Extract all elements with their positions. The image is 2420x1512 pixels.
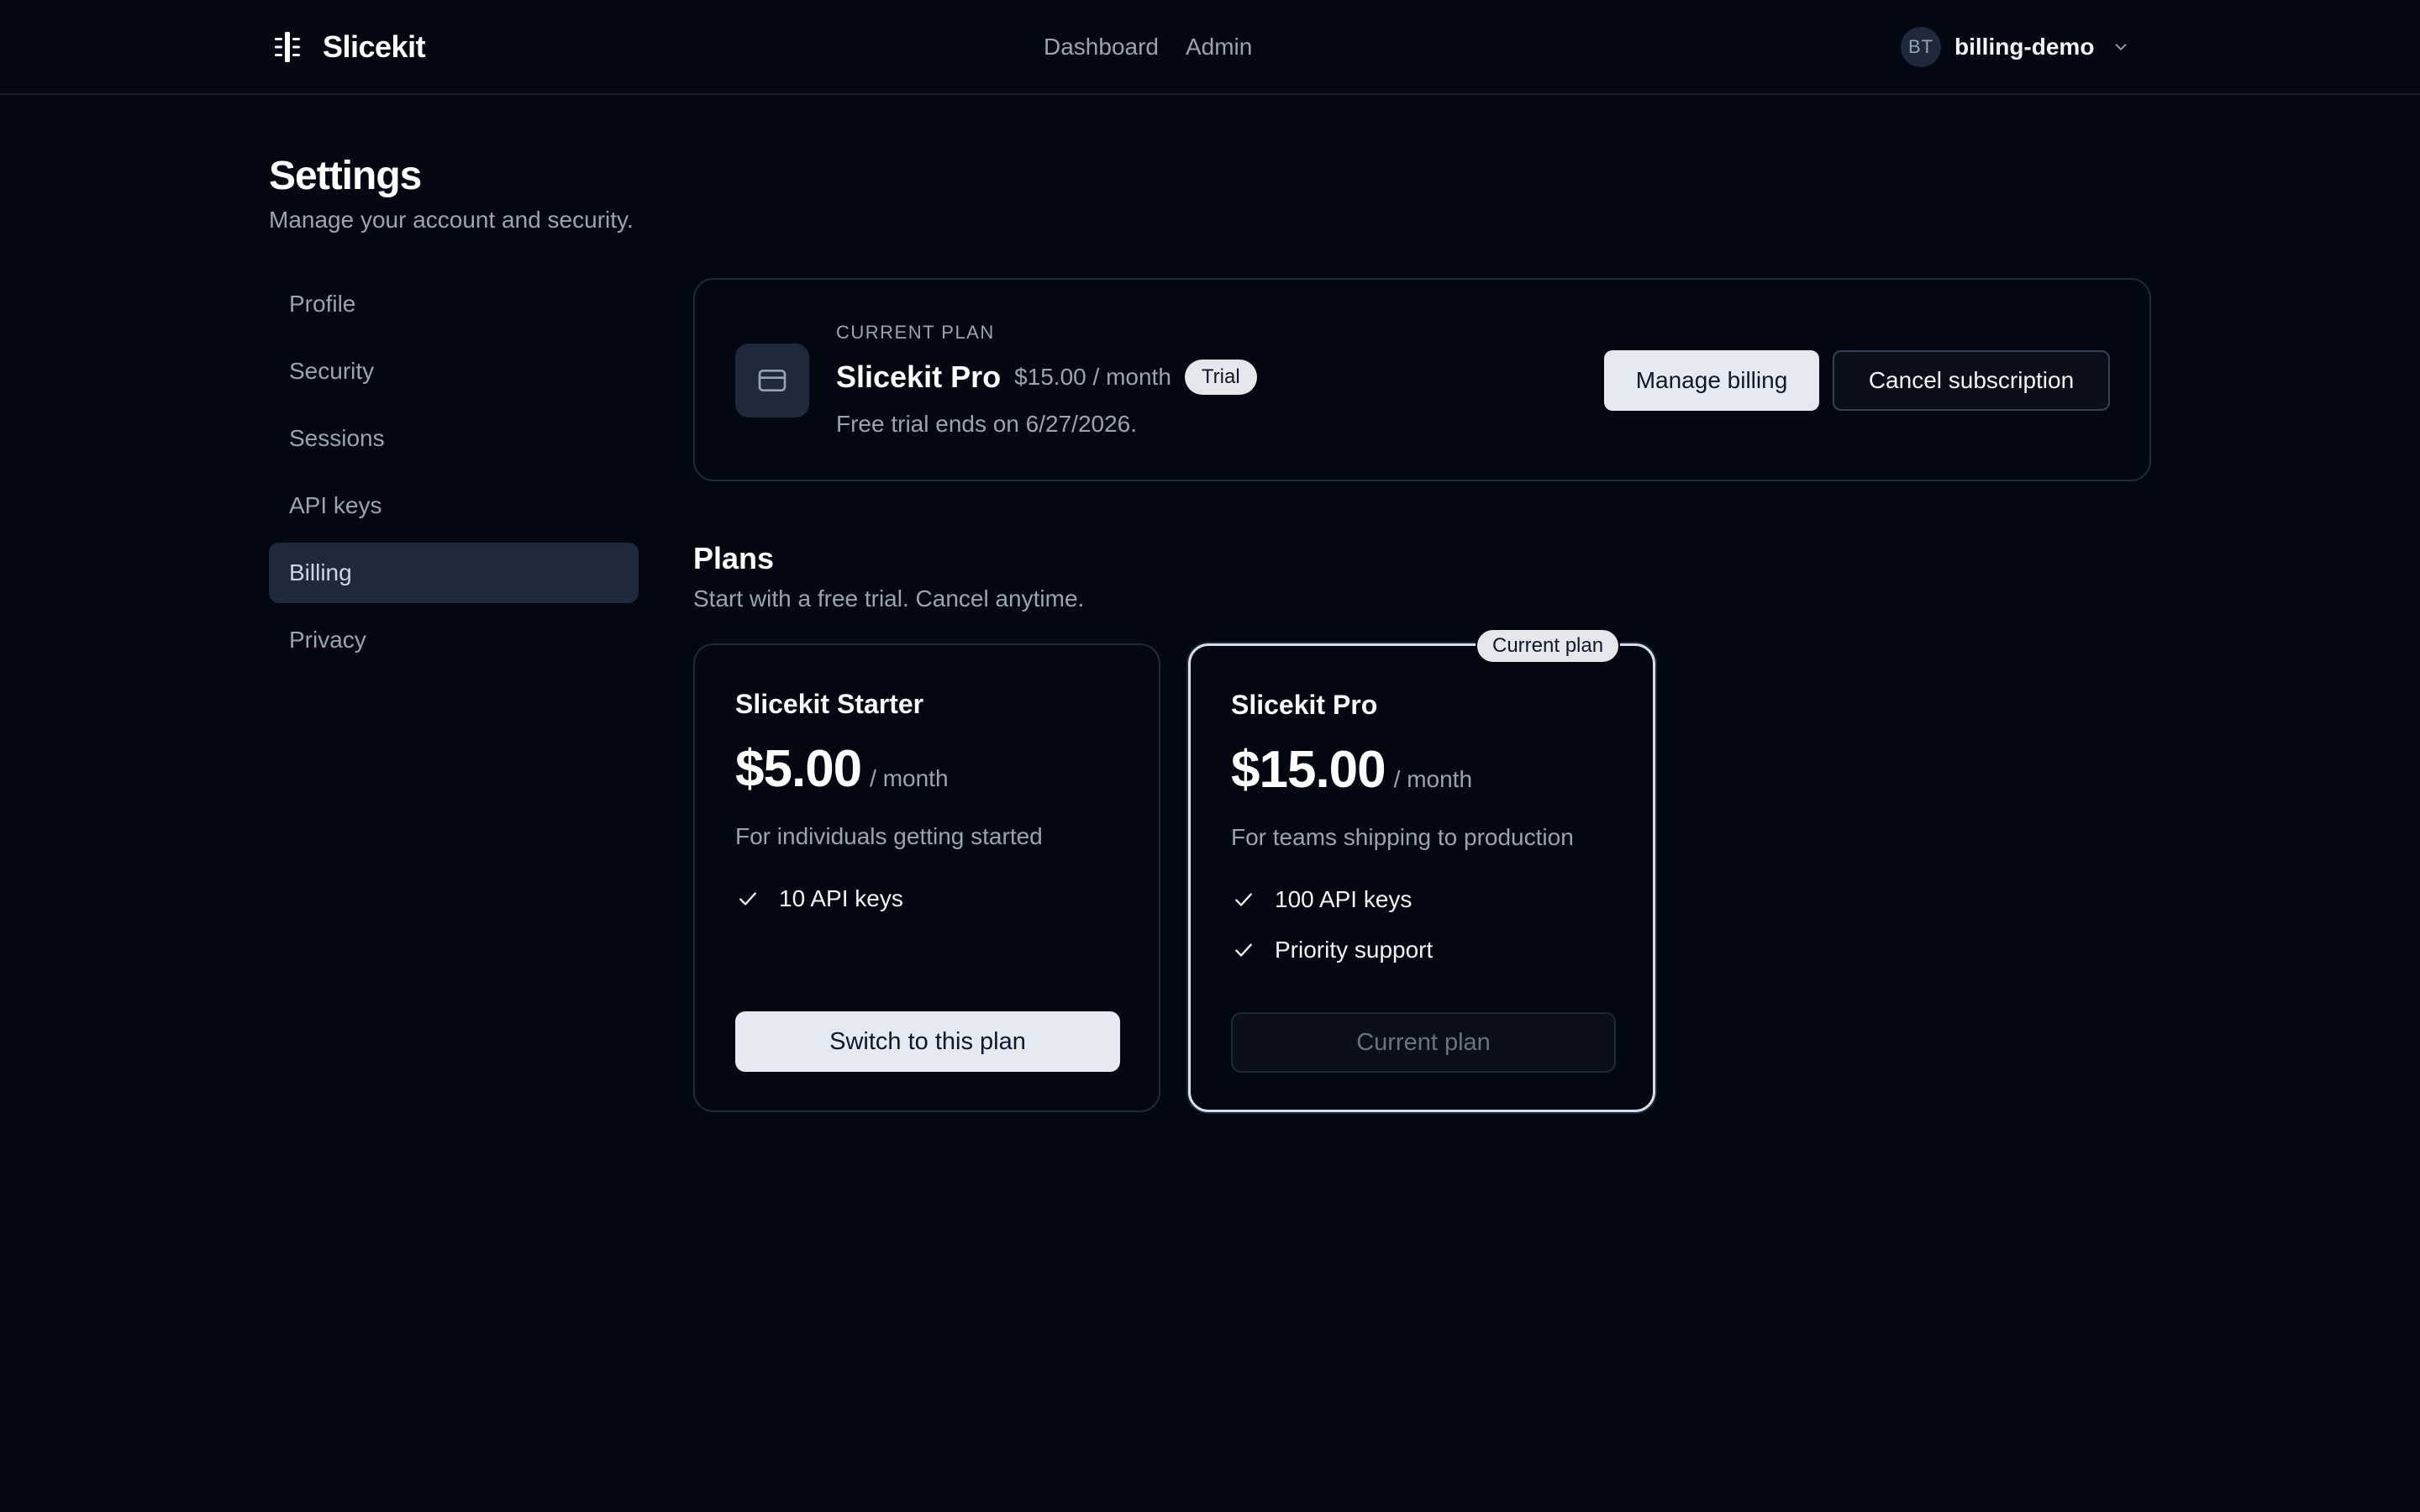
plans-subtitle: Start with a free trial. Cancel anytime.: [693, 585, 1085, 612]
nav-link-admin[interactable]: Admin: [1186, 34, 1252, 60]
plan-price-row: $15.00 / month: [1231, 740, 1472, 800]
sidebar-item-security[interactable]: Security: [269, 341, 639, 402]
check-icon: [735, 886, 760, 911]
plans-heading: Plans: [693, 541, 775, 575]
user-name: billing-demo: [1954, 34, 2095, 60]
feature-label: 10 API keys: [779, 885, 903, 911]
feature-label: Priority support: [1275, 937, 1434, 963]
plan-card-pro: Slicekit Pro $15.00 / month For teams sh…: [1188, 643, 1655, 1112]
sidebar-item-api-keys[interactable]: API keys: [269, 475, 639, 536]
page-title: Settings: [269, 154, 422, 198]
check-icon: [1231, 937, 1256, 963]
top-navigation-bar: Slicekit Dashboard Admin BT billing-demo: [0, 0, 2420, 95]
sidebar-item-profile[interactable]: Profile: [269, 274, 639, 334]
current-plan-price: $15.00 / month: [1014, 364, 1171, 390]
list-item: 10 API keys: [735, 874, 903, 924]
plan-price: $5.00: [735, 740, 862, 798]
sidebar-item-sessions[interactable]: Sessions: [269, 408, 639, 469]
list-item: 100 API keys: [1231, 874, 1433, 925]
feature-label: 100 API keys: [1275, 886, 1413, 912]
current-plan-label: CURRENT PLAN: [836, 322, 995, 343]
credit-card-icon: [735, 344, 809, 417]
plan-features: 100 API keys Priority support: [1231, 874, 1433, 975]
page-subtitle: Manage your account and security.: [269, 207, 634, 233]
manage-billing-button[interactable]: Manage billing: [1604, 350, 1819, 411]
plan-card-starter: Slicekit Starter $5.00 / month For indiv…: [693, 643, 1160, 1112]
current-plan-button[interactable]: Current plan: [1231, 1012, 1616, 1073]
settings-sidebar: Profile Security Sessions API keys Billi…: [269, 274, 639, 677]
plan-name: Slicekit Starter: [735, 689, 924, 719]
plan-price: $15.00: [1231, 741, 1386, 799]
brand[interactable]: Slicekit: [269, 27, 426, 67]
slice-logo-icon: [269, 29, 306, 66]
plan-period: / month: [1393, 766, 1473, 792]
avatar: BT: [1901, 27, 1941, 67]
current-plan-card: CURRENT PLAN Slicekit Pro $15.00 / month…: [693, 278, 2151, 481]
check-icon: [1231, 887, 1256, 912]
current-plan-badge: Current plan: [1476, 628, 1621, 664]
nav-link-dashboard[interactable]: Dashboard: [1044, 34, 1159, 60]
cancel-subscription-button[interactable]: Cancel subscription: [1833, 350, 2110, 411]
main-nav: Dashboard Admin: [1044, 29, 1252, 66]
plan-price-row: $5.00 / month: [735, 739, 949, 799]
brand-name: Slicekit: [323, 29, 426, 64]
sidebar-item-billing[interactable]: Billing: [269, 543, 639, 603]
user-menu[interactable]: BT billing-demo: [1901, 27, 2133, 67]
chevron-down-icon: [2109, 35, 2133, 59]
plan-description: For individuals getting started: [735, 823, 1043, 849]
trial-end-note: Free trial ends on 6/27/2026.: [836, 411, 1138, 437]
plan-features: 10 API keys: [735, 874, 903, 924]
sidebar-item-privacy[interactable]: Privacy: [269, 610, 639, 670]
current-plan-name: Slicekit Pro: [836, 360, 1002, 394]
plan-period: / month: [870, 765, 949, 791]
current-plan-summary: Slicekit Pro $15.00 / month Trial: [836, 357, 1257, 397]
plan-description: For teams shipping to production: [1231, 824, 1574, 850]
trial-badge: Trial: [1184, 360, 1257, 395]
switch-plan-button[interactable]: Switch to this plan: [735, 1011, 1120, 1072]
list-item: Priority support: [1231, 925, 1433, 975]
plan-name: Slicekit Pro: [1231, 690, 1378, 720]
